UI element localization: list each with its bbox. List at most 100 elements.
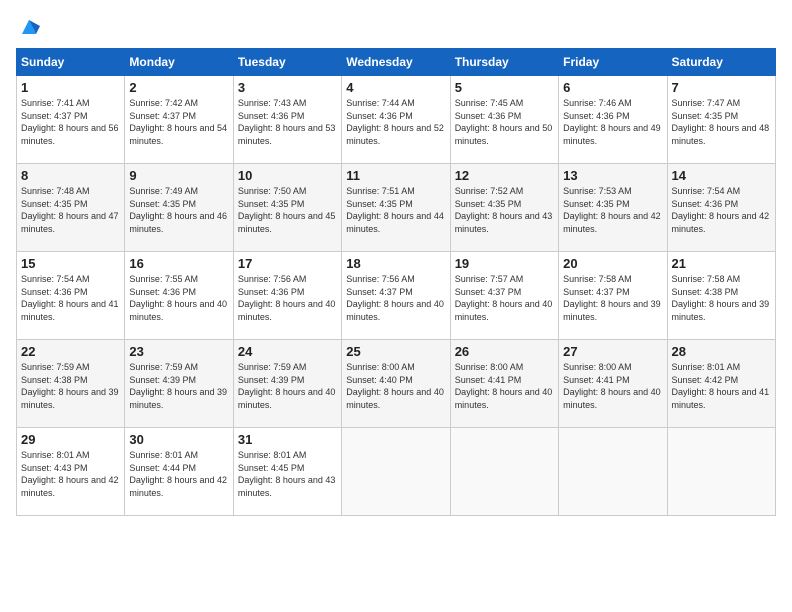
weekday-header-cell: Friday (559, 49, 667, 76)
day-number: 6 (563, 80, 662, 95)
day-detail: Sunrise: 7:49 AMSunset: 4:35 PMDaylight:… (129, 185, 228, 235)
day-number: 14 (672, 168, 771, 183)
calendar-table: SundayMondayTuesdayWednesdayThursdayFrid… (16, 48, 776, 516)
day-detail: Sunrise: 7:59 AMSunset: 4:39 PMDaylight:… (129, 361, 228, 411)
day-detail: Sunrise: 7:52 AMSunset: 4:35 PMDaylight:… (455, 185, 554, 235)
day-number: 24 (238, 344, 337, 359)
weekday-header-cell: Wednesday (342, 49, 450, 76)
calendar-day-cell (559, 428, 667, 516)
calendar-day-cell: 7 Sunrise: 7:47 AMSunset: 4:35 PMDaylight… (667, 76, 775, 164)
day-number: 5 (455, 80, 554, 95)
day-number: 21 (672, 256, 771, 271)
calendar-day-cell: 11 Sunrise: 7:51 AMSunset: 4:35 PMDayligh… (342, 164, 450, 252)
weekday-header-cell: Sunday (17, 49, 125, 76)
day-number: 4 (346, 80, 445, 95)
calendar-day-cell: 1 Sunrise: 7:41 AMSunset: 4:37 PMDaylight… (17, 76, 125, 164)
day-number: 18 (346, 256, 445, 271)
day-detail: Sunrise: 7:45 AMSunset: 4:36 PMDaylight:… (455, 97, 554, 147)
calendar-day-cell: 25 Sunrise: 8:00 AMSunset: 4:40 PMDayligh… (342, 340, 450, 428)
day-detail: Sunrise: 8:01 AMSunset: 4:43 PMDaylight:… (21, 449, 120, 499)
day-detail: Sunrise: 7:47 AMSunset: 4:35 PMDaylight:… (672, 97, 771, 147)
day-number: 20 (563, 256, 662, 271)
calendar-day-cell: 31 Sunrise: 8:01 AMSunset: 4:45 PMDayligh… (233, 428, 341, 516)
calendar-day-cell: 28 Sunrise: 8:01 AMSunset: 4:42 PMDayligh… (667, 340, 775, 428)
day-number: 29 (21, 432, 120, 447)
day-detail: Sunrise: 7:54 AMSunset: 4:36 PMDaylight:… (21, 273, 120, 323)
day-detail: Sunrise: 7:56 AMSunset: 4:36 PMDaylight:… (238, 273, 337, 323)
calendar-day-cell: 8 Sunrise: 7:48 AMSunset: 4:35 PMDaylight… (17, 164, 125, 252)
calendar-day-cell: 20 Sunrise: 7:58 AMSunset: 4:37 PMDayligh… (559, 252, 667, 340)
weekday-header-cell: Monday (125, 49, 233, 76)
day-number: 9 (129, 168, 228, 183)
day-detail: Sunrise: 7:51 AMSunset: 4:35 PMDaylight:… (346, 185, 445, 235)
page-container: SundayMondayTuesdayWednesdayThursdayFrid… (0, 0, 792, 524)
day-detail: Sunrise: 7:50 AMSunset: 4:35 PMDaylight:… (238, 185, 337, 235)
day-number: 22 (21, 344, 120, 359)
calendar-week-row: 15Sunrise: 7:54 AMSunset: 4:36 PMDayligh… (17, 252, 776, 340)
calendar-day-cell: 9 Sunrise: 7:49 AMSunset: 4:35 PMDaylight… (125, 164, 233, 252)
day-detail: Sunrise: 7:55 AMSunset: 4:36 PMDaylight:… (129, 273, 228, 323)
calendar-day-cell: 26 Sunrise: 8:00 AMSunset: 4:41 PMDayligh… (450, 340, 558, 428)
day-number: 10 (238, 168, 337, 183)
day-detail: Sunrise: 8:00 AMSunset: 4:41 PMDaylight:… (455, 361, 554, 411)
day-detail: Sunrise: 7:58 AMSunset: 4:37 PMDaylight:… (563, 273, 662, 323)
day-detail: Sunrise: 7:57 AMSunset: 4:37 PMDaylight:… (455, 273, 554, 323)
calendar-day-cell: 14 Sunrise: 7:54 AMSunset: 4:36 PMDayligh… (667, 164, 775, 252)
calendar-day-cell: 3Sunrise: 7:43 AMSunset: 4:36 PMDaylight… (233, 76, 341, 164)
page-header (16, 16, 776, 38)
calendar-day-cell: 30Sunrise: 8:01 AMSunset: 4:44 PMDayligh… (125, 428, 233, 516)
day-number: 26 (455, 344, 554, 359)
day-number: 12 (455, 168, 554, 183)
calendar-week-row: 1 Sunrise: 7:41 AMSunset: 4:37 PMDaylight… (17, 76, 776, 164)
day-number: 19 (455, 256, 554, 271)
day-number: 11 (346, 168, 445, 183)
day-detail: Sunrise: 8:00 AMSunset: 4:40 PMDaylight:… (346, 361, 445, 411)
day-detail: Sunrise: 7:59 AMSunset: 4:38 PMDaylight:… (21, 361, 120, 411)
calendar-day-cell: 19 Sunrise: 7:57 AMSunset: 4:37 PMDayligh… (450, 252, 558, 340)
calendar-week-row: 22 Sunrise: 7:59 AMSunset: 4:38 PMDayligh… (17, 340, 776, 428)
day-number: 7 (672, 80, 771, 95)
day-number: 28 (672, 344, 771, 359)
day-detail: Sunrise: 7:48 AMSunset: 4:35 PMDaylight:… (21, 185, 120, 235)
day-number: 23 (129, 344, 228, 359)
calendar-day-cell: 6 Sunrise: 7:46 AMSunset: 4:36 PMDaylight… (559, 76, 667, 164)
day-number: 27 (563, 344, 662, 359)
calendar-day-cell: 22 Sunrise: 7:59 AMSunset: 4:38 PMDayligh… (17, 340, 125, 428)
calendar-day-cell: 4 Sunrise: 7:44 AMSunset: 4:36 PMDaylight… (342, 76, 450, 164)
day-detail: Sunrise: 7:46 AMSunset: 4:36 PMDaylight:… (563, 97, 662, 147)
calendar-week-row: 29 Sunrise: 8:01 AMSunset: 4:43 PMDayligh… (17, 428, 776, 516)
day-number: 25 (346, 344, 445, 359)
calendar-week-row: 8 Sunrise: 7:48 AMSunset: 4:35 PMDaylight… (17, 164, 776, 252)
day-number: 30 (129, 432, 228, 447)
day-detail: Sunrise: 7:53 AMSunset: 4:35 PMDaylight:… (563, 185, 662, 235)
calendar-day-cell: 16 Sunrise: 7:55 AMSunset: 4:36 PMDayligh… (125, 252, 233, 340)
calendar-day-cell: 15Sunrise: 7:54 AMSunset: 4:36 PMDayligh… (17, 252, 125, 340)
day-number: 8 (21, 168, 120, 183)
day-detail: Sunrise: 7:58 AMSunset: 4:38 PMDaylight:… (672, 273, 771, 323)
day-detail: Sunrise: 8:00 AMSunset: 4:41 PMDaylight:… (563, 361, 662, 411)
calendar-day-cell: 24Sunrise: 7:59 AMSunset: 4:39 PMDayligh… (233, 340, 341, 428)
day-number: 2 (129, 80, 228, 95)
calendar-day-cell: 21 Sunrise: 7:58 AMSunset: 4:38 PMDayligh… (667, 252, 775, 340)
day-number: 13 (563, 168, 662, 183)
day-detail: Sunrise: 8:01 AMSunset: 4:42 PMDaylight:… (672, 361, 771, 411)
calendar-day-cell (450, 428, 558, 516)
day-detail: Sunrise: 7:44 AMSunset: 4:36 PMDaylight:… (346, 97, 445, 147)
day-detail: Sunrise: 7:43 AMSunset: 4:36 PMDaylight:… (238, 97, 337, 147)
calendar-day-cell: 17 Sunrise: 7:56 AMSunset: 4:36 PMDayligh… (233, 252, 341, 340)
day-detail: Sunrise: 7:54 AMSunset: 4:36 PMDaylight:… (672, 185, 771, 235)
day-number: 16 (129, 256, 228, 271)
day-number: 31 (238, 432, 337, 447)
logo (16, 16, 40, 38)
day-detail: Sunrise: 8:01 AMSunset: 4:45 PMDaylight:… (238, 449, 337, 499)
calendar-day-cell: 10 Sunrise: 7:50 AMSunset: 4:35 PMDayligh… (233, 164, 341, 252)
calendar-day-cell: 2Sunrise: 7:42 AMSunset: 4:37 PMDaylight… (125, 76, 233, 164)
calendar-day-cell: 5 Sunrise: 7:45 AMSunset: 4:36 PMDaylight… (450, 76, 558, 164)
day-number: 17 (238, 256, 337, 271)
calendar-day-cell: 23 Sunrise: 7:59 AMSunset: 4:39 PMDayligh… (125, 340, 233, 428)
calendar-body: 1 Sunrise: 7:41 AMSunset: 4:37 PMDaylight… (17, 76, 776, 516)
day-number: 1 (21, 80, 120, 95)
day-detail: Sunrise: 7:56 AMSunset: 4:37 PMDaylight:… (346, 273, 445, 323)
day-detail: Sunrise: 7:41 AMSunset: 4:37 PMDaylight:… (21, 97, 120, 147)
calendar-day-cell (667, 428, 775, 516)
